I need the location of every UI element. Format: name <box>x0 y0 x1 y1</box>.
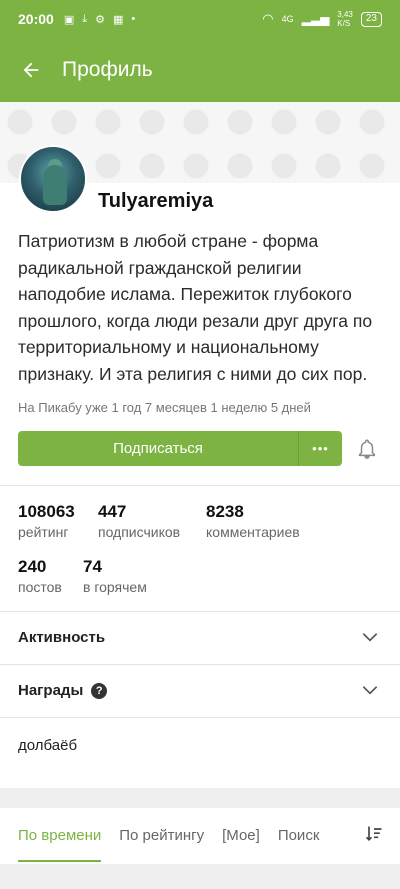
awards-section[interactable]: Награды ? <box>0 664 400 717</box>
divider <box>0 717 400 718</box>
back-button[interactable] <box>0 38 62 102</box>
notification-icon: ▣ <box>63 13 75 26</box>
signal-icon: ▂▃▅ <box>301 12 330 26</box>
battery-icon: 23 <box>360 11 382 27</box>
sort-icon[interactable] <box>364 824 384 844</box>
activity-label: Активность <box>18 629 106 646</box>
section-separator <box>0 788 400 808</box>
username: Tulyaremiya <box>98 190 214 212</box>
member-since: На Пикабу уже 1 год 7 месяцев 1 неделю 5… <box>18 400 311 415</box>
dot-icon: • <box>131 13 136 25</box>
profile-bio: Патриотизм в любой стране - форма радика… <box>18 231 373 384</box>
stat-label: в горячем <box>83 579 147 595</box>
stat-label: постов <box>18 579 62 595</box>
stat-subscribers[interactable]: 447 подписчиков <box>98 502 180 540</box>
stat-label: подписчиков <box>98 524 181 540</box>
net-speed: 3,43 K/S <box>337 10 353 28</box>
activity-section[interactable]: Активность <box>0 611 400 664</box>
status-bar: 20:00 ▣ ⤓ ⚙ ▦ • ◠ 4G ▂▃▅ 3,43 K/S 23 <box>0 0 400 38</box>
stat-value: 8238 <box>206 502 244 521</box>
profile-note: долбаёб <box>18 737 78 754</box>
tab-by-rating[interactable]: По рейтингу <box>119 808 204 864</box>
network-type: 4G <box>281 14 294 24</box>
avatar-figure-body <box>43 165 67 205</box>
tab-mine[interactable]: [Мое] <box>222 808 260 864</box>
more-dots-icon: ••• <box>312 441 329 456</box>
status-right: ◠ 4G ▂▃▅ 3,43 K/S 23 <box>262 10 382 28</box>
more-button[interactable]: ••• <box>298 431 342 466</box>
stat-value: 240 <box>18 557 47 576</box>
download-icon: ⤓ <box>82 12 88 25</box>
chevron-down-icon <box>362 633 378 642</box>
tab-by-time[interactable]: По времени <box>18 808 102 864</box>
page-title: Профиль <box>62 58 153 81</box>
app-bar: Профиль <box>0 38 400 102</box>
stat-rating: 108063 рейтинг <box>18 502 75 540</box>
stat-label: рейтинг <box>18 524 69 540</box>
stat-label: комментариев <box>206 524 300 540</box>
avatar[interactable] <box>19 145 87 213</box>
feed-area <box>0 864 400 889</box>
bell-icon[interactable] <box>356 438 378 460</box>
divider <box>0 485 400 486</box>
status-time: 20:00 <box>18 11 54 27</box>
stat-value: 74 <box>83 557 102 576</box>
wifi-icon: ◠ <box>262 11 274 26</box>
stat-comments[interactable]: 8238 комментариев <box>206 502 300 540</box>
feed-tabs: По времени По рейтингу [Мое] Поиск <box>0 808 400 864</box>
back-arrow-icon <box>23 62 39 78</box>
question-icon[interactable]: ? <box>91 682 108 699</box>
tab-search[interactable]: Поиск <box>278 808 320 864</box>
stat-value: 108063 <box>18 502 75 521</box>
app-icon: ▦ <box>112 13 124 26</box>
chevron-down-icon <box>362 686 378 695</box>
stat-hot[interactable]: 74 в горячем <box>83 557 147 595</box>
awards-label: Награды <box>18 682 84 699</box>
settings-icon: ⚙ <box>95 13 105 26</box>
subscribe-button[interactable]: Подписаться <box>18 431 298 466</box>
stat-value: 447 <box>98 502 127 521</box>
stat-posts[interactable]: 240 постов <box>18 557 62 595</box>
